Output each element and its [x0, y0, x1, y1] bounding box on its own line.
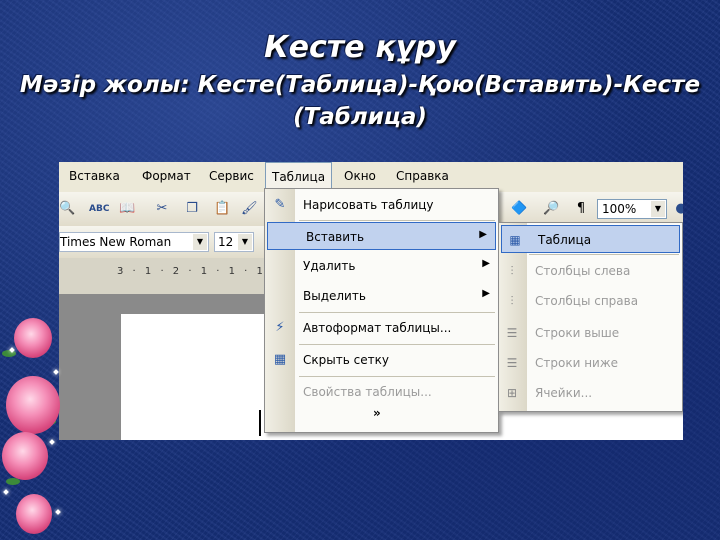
document-map-icon[interactable]: 🔎 [543, 201, 559, 217]
leaf [2, 350, 16, 357]
rose-decoration [0, 300, 70, 540]
menu-item-label: Свойства таблицы... [303, 385, 432, 399]
slide-subtitle-line2: (Таблица) [293, 104, 427, 130]
pencil-icon: ✎ [274, 197, 286, 212]
menu-item-label: Вставить [306, 230, 365, 244]
chevron-down-icon: ▼ [238, 234, 252, 250]
menu-item-label: Выделить [303, 289, 366, 303]
chevron-right-icon: ▶ [479, 229, 487, 240]
menu-format[interactable]: Формат [142, 169, 191, 183]
text-cursor [259, 410, 261, 436]
menu-item-label: Скрыть сетку [303, 353, 389, 367]
menu-separator [299, 312, 495, 313]
menu-item-select[interactable]: Выделить ▶ [265, 282, 498, 310]
chevron-right-icon: ▶ [482, 258, 490, 269]
rose [2, 432, 48, 480]
grid-icon: ▦ [273, 352, 287, 367]
word-screenshot: Вставка Формат Сервис Таблица Окно Справ… [59, 162, 683, 440]
rows-below-icon: ☰ [506, 356, 518, 370]
rose [14, 318, 52, 358]
submenu-item-columns-left: ⫶ Столбцы слева [499, 257, 682, 285]
zoom-select[interactable]: 100% ▼ [597, 199, 667, 219]
submenu-item-columns-right: ⫶ Столбцы справа [499, 287, 682, 315]
menu-insert[interactable]: Вставка [69, 169, 120, 183]
cut-icon[interactable]: ✂ [154, 201, 170, 217]
ruler-scale: 3 · 1 · 2 · 1 · 1 · 1 · [117, 266, 279, 277]
rose [6, 376, 60, 434]
menu-item-hide-gridlines[interactable]: ▦ Скрыть сетку [265, 346, 498, 374]
insert-submenu: ▦ Таблица ⫶ Столбцы слева ⫶ Столбцы спра… [498, 222, 683, 412]
menu-item-autoformat[interactable]: ⚡ Автоформат таблицы... [265, 314, 498, 342]
menu-item-label: Автоформат таблицы... [303, 321, 452, 335]
menu-separator [299, 344, 495, 345]
submenu-item-rows-below: ☰ Строки ниже [499, 349, 682, 377]
submenu-item-table[interactable]: ▦ Таблица [501, 225, 680, 253]
menu-item-label: Удалить [303, 259, 356, 273]
menu-window[interactable]: Окно [344, 169, 376, 183]
menu-item-label: Нарисовать таблицу [303, 198, 434, 212]
menu-item-table-properties: Свойства таблицы... [265, 378, 498, 406]
menu-service[interactable]: Сервис [209, 169, 254, 183]
expand-icon: » [373, 406, 381, 420]
menu-item-delete[interactable]: Удалить ▶ [265, 252, 498, 280]
cells-icon: ⊞ [506, 386, 518, 400]
menu-item-insert[interactable]: Вставить ▶ [267, 222, 496, 250]
paste-icon[interactable]: 📋 [214, 201, 230, 217]
menu-item-draw-table[interactable]: ✎ Нарисовать таблицу [265, 191, 498, 219]
chevron-down-icon: ▼ [651, 201, 665, 217]
submenu-item-rows-above: ☰ Строки выше [499, 319, 682, 347]
show-formatting-icon[interactable]: ¶ [573, 201, 589, 217]
menu-separator [299, 376, 495, 377]
font-size-select[interactable]: 12 ▼ [214, 232, 254, 252]
sparkle [55, 509, 61, 515]
chevron-down-icon: ▼ [193, 234, 207, 250]
rows-above-icon: ☰ [506, 326, 518, 340]
format-painter-icon[interactable]: 🖌 [241, 201, 258, 217]
slide-title: Кесте құру [264, 30, 456, 65]
research-icon[interactable]: 📖 [119, 201, 135, 217]
sparkle [49, 439, 55, 445]
sparkle [3, 489, 9, 495]
submenu-item-label: Строки ниже [535, 356, 619, 370]
columns-right-icon: ⫶ [510, 294, 514, 308]
table-icon: ▦ [509, 233, 521, 247]
menu-separator [529, 254, 679, 255]
submenu-item-label: Столбцы справа [535, 294, 639, 308]
menu-expand-arrows[interactable]: » [265, 403, 498, 427]
submenu-item-label: Ячейки... [535, 386, 593, 400]
menu-help[interactable]: Справка [396, 169, 449, 183]
table-menu: ✎ Нарисовать таблицу Вставить ▶ Удалить … [264, 188, 499, 433]
submenu-item-label: Столбцы слева [535, 264, 631, 278]
submenu-item-label: Строки выше [535, 326, 620, 340]
autoformat-icon: ⚡ [275, 320, 285, 335]
print-preview-icon[interactable]: 🔍 [59, 201, 75, 217]
menu-separator [299, 220, 495, 221]
submenu-item-cells: ⊞ Ячейки... [499, 379, 682, 407]
columns-left-icon: ⫶ [510, 264, 514, 278]
chevron-right-icon: ▶ [482, 288, 490, 299]
spelling-icon[interactable]: ABC [89, 201, 109, 217]
help-icon[interactable]: ● [673, 201, 683, 217]
rose [16, 494, 52, 534]
copy-icon[interactable]: ❐ [184, 201, 200, 217]
sparkle [53, 369, 59, 375]
slide-subtitle-line1: Мәзір жолы: Кесте(Таблица)-Қою(Вставить)… [19, 72, 701, 98]
font-select[interactable]: Times New Roman ▼ [59, 232, 209, 252]
drawing-icon[interactable]: 🔷 [511, 201, 527, 217]
submenu-item-label: Таблица [538, 233, 592, 247]
